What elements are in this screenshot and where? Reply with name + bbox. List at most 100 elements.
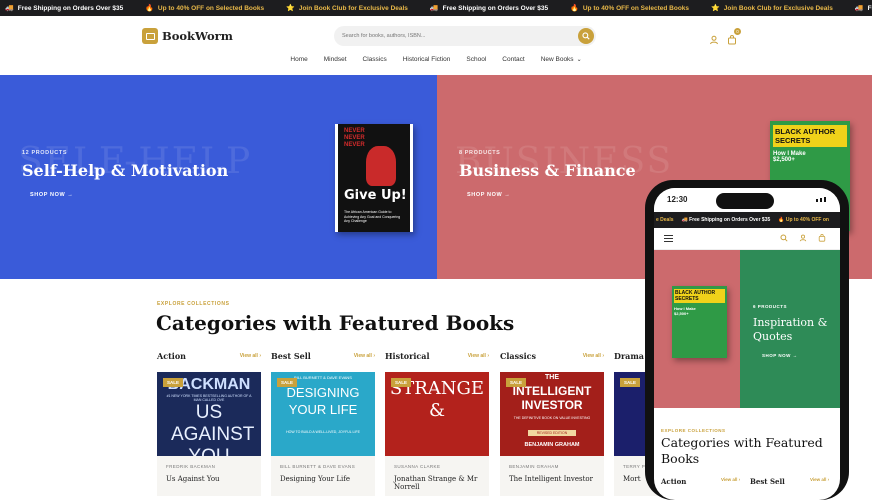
book-author: BENJAMIN GRAHAM: [509, 464, 559, 469]
book-cover-title: BLACK AUTHOR SECRETS: [674, 289, 725, 303]
sale-badge: SALE: [506, 378, 527, 387]
collection-name: Drama: [614, 351, 644, 361]
collection-column-header: Best Sell View all ›: [271, 349, 375, 363]
book-cover[interactable]: BACKMAN #1 NEW YORK TIMES BESTSELLING AUT…: [157, 372, 261, 456]
phone-column-best-sell: Best Sell: [750, 477, 785, 486]
sale-badge: SALE: [277, 378, 298, 387]
collection-name: Historical: [385, 351, 430, 361]
book-author: BILL BURNETT & DAVE EVANS: [280, 464, 356, 469]
phone-hero-left[interactable]: BLACK AUTHOR SECRETS How I Make $2,500+: [654, 250, 740, 408]
collection-name: Classics: [500, 351, 537, 361]
phone-marquee-item: 🚚 Free Shipping on Orders Over $35: [681, 217, 771, 223]
figure-shape: [366, 146, 396, 186]
hero-banner-self-help[interactable]: SELF-HELP 12 PRODUCTS Self-Help & Motiva…: [0, 75, 437, 279]
user-icon[interactable]: [799, 234, 807, 242]
search-input[interactable]: [342, 29, 572, 43]
book-cover-subtitle: How I Make $2,500+: [773, 151, 806, 163]
collection-column: Historical View all › STRANGE & SALE SUSANNA…: [385, 349, 489, 496]
view-all-link[interactable]: View all ›: [583, 353, 604, 359]
site-logo[interactable]: BookWorm: [142, 28, 233, 44]
phone-status-bar: 12:30: [654, 188, 840, 212]
phone-marquee-item: e Deals: [656, 217, 674, 223]
announcement-item: 🔥 Up to 40% OFF on Selected Books: [570, 4, 690, 13]
shop-now-link[interactable]: SHOP NOW →: [30, 192, 74, 198]
arrow-right-icon: →: [504, 192, 511, 198]
chevron-down-icon: ⌄: [576, 57, 582, 63]
shopping-bag-icon[interactable]: [818, 234, 826, 242]
section-title: Categories with Featured Books: [156, 311, 515, 335]
logo-text: BookWorm: [162, 29, 233, 43]
collection-column-header: Historical View all ›: [385, 349, 489, 363]
search-icon: [582, 32, 590, 40]
hero-title: Business & Finance: [459, 161, 636, 180]
cover-text: DESIGNING YOUR LIFE: [286, 385, 360, 417]
book-title[interactable]: Jonathan Strange & Mr Norrell: [394, 475, 480, 491]
shopping-bag-icon: [728, 35, 736, 45]
hero-title: Self-Help & Motivation: [22, 161, 229, 180]
announcement-item: 🚚Free Shipping on Orders Over $35: [430, 4, 549, 13]
collection-name: Action: [157, 351, 186, 361]
section-eyebrow: EXPLORE COLLECTIONS: [157, 301, 230, 307]
signal-icon: [816, 197, 826, 202]
nav-link[interactable]: Home: [290, 56, 307, 63]
collection-column: Action View all › BACKMAN #1 NEW YORK TIMES…: [157, 349, 261, 496]
book-cover[interactable]: STRANGE & SALE: [385, 372, 489, 456]
book-title[interactable]: Us Against You: [166, 475, 252, 483]
nav-link[interactable]: Contact: [502, 56, 524, 63]
nav-link[interactable]: Historical Fiction: [403, 56, 451, 63]
truck-icon: 🚚: [854, 5, 864, 12]
hamburger-menu-icon[interactable]: [664, 235, 673, 242]
cover-text: REVISED EDITION: [528, 430, 576, 436]
phone-hero-title: Inspiration & Quotes: [753, 316, 828, 343]
book-cover-subtitle: The African American Guide to Achieving …: [344, 210, 401, 223]
cover-text: HOW TO BUILD A WELL-LIVED, JOYFUL LIFE: [286, 430, 360, 434]
phone-view-all-link[interactable]: View all ›: [810, 477, 829, 482]
star-icon: ⭐: [286, 5, 295, 12]
hero-product-count: 8 PRODUCTS: [459, 150, 501, 156]
view-all-link[interactable]: View all ›: [354, 353, 375, 359]
announcement-text: Up to 40% OFF on Selected Books: [582, 4, 690, 12]
view-all-link[interactable]: View all ›: [468, 353, 489, 359]
sale-badge: SALE: [163, 378, 184, 387]
search-icon[interactable]: [780, 234, 788, 242]
phone-hero-count: 6 PRODUCTS: [753, 304, 788, 309]
book-cover-text: NEVER NEVER NEVER: [344, 128, 365, 148]
star-icon: ⭐: [711, 5, 720, 12]
book-title[interactable]: The Intelligent Investor: [509, 475, 595, 483]
search-button[interactable]: [578, 28, 594, 44]
announcement-item: 🚚Free Shipping on Orders Over $35: [5, 4, 123, 13]
account-button[interactable]: [709, 32, 719, 45]
announcement-text: Free Shipping on Orders Over $35: [867, 4, 872, 12]
book-cover[interactable]: BILL BURNETT & DAVE EVANS DESIGNING YOUR …: [271, 372, 375, 456]
book-title[interactable]: Designing Your Life: [280, 475, 366, 483]
book-card-meta: BILL BURNETT & DAVE EVANS Designing Your …: [271, 456, 375, 496]
cover-text: INTELLIGENT INVESTOR: [512, 384, 592, 412]
announcement-item: 🚚Free Shipping on Orders Over $35: [854, 4, 872, 13]
collection-column: Best Sell View all › BILL BURNETT & DAVE E…: [271, 349, 375, 496]
hero-book-cover[interactable]: NEVER NEVER NEVER Give Up! The African A…: [335, 124, 413, 232]
book-cover-subtitle: How I Make $2,500+: [674, 306, 696, 316]
book-cover[interactable]: THE INTELLIGENT INVESTOR THE DEFINITIVE BO…: [500, 372, 604, 456]
cart-count-badge: 0: [734, 28, 741, 35]
sale-badge: SALE: [391, 378, 412, 387]
phone-view-all-link[interactable]: View all ›: [721, 477, 740, 482]
nav-link[interactable]: Mindset: [324, 56, 347, 63]
nav-link[interactable]: Classics: [363, 56, 387, 63]
phone-column-action: Action: [661, 477, 687, 486]
nav-link[interactable]: School: [466, 56, 486, 63]
cart-button[interactable]: 0: [727, 28, 741, 45]
announcement-text: Free Shipping on Orders Over $35: [442, 4, 549, 12]
book-icon: [142, 28, 158, 44]
sale-badge: SALE: [620, 378, 641, 387]
nav-dropdown-new-books[interactable]: New Books ⌄: [541, 56, 582, 63]
phone-shop-now-link[interactable]: SHOP NOW →: [762, 353, 798, 358]
shop-now-link[interactable]: SHOP NOW →: [467, 192, 511, 198]
nav-dropdown-label: New Books: [540, 56, 574, 63]
cover-text: BENJAMIN GRAHAM: [524, 442, 580, 448]
cover-text: THE DEFINITIVE BOOK ON VALUE INVESTING: [513, 416, 591, 420]
book-card-meta: BENJAMIN GRAHAM The Intelligent Investor: [500, 456, 604, 496]
view-all-link[interactable]: View all ›: [240, 353, 261, 359]
announcement-bar: 🚚 Free Shipping on Orders Over $35 🔥 Up to …: [0, 0, 872, 16]
phone-book-cover: BLACK AUTHOR SECRETS How I Make $2,500+: [672, 286, 727, 358]
collection-column-header: Action View all ›: [157, 349, 261, 363]
